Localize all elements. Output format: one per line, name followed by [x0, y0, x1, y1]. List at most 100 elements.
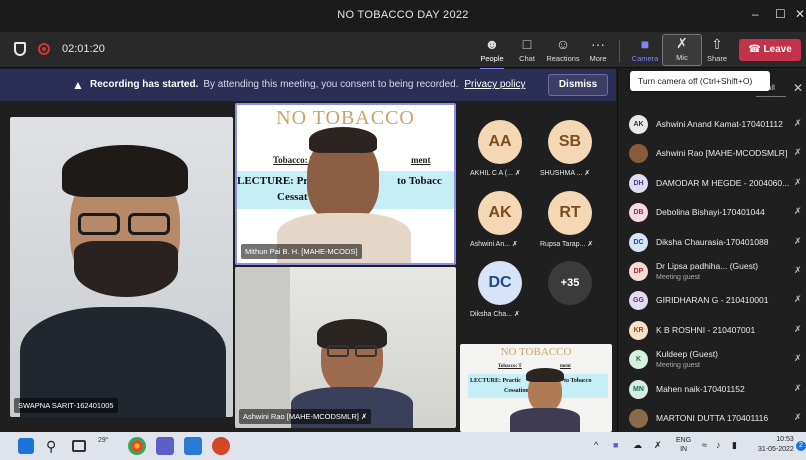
participant-row[interactable]: DC Diksha Chaurasia-170401088 ✗ [617, 228, 806, 257]
video-tile-ashwini-rao[interactable]: Ashwini Rao [MAHE-MCODSMLR] ✗ [235, 267, 456, 428]
shield-icon [14, 42, 26, 56]
camera-icon: ■ [640, 36, 650, 52]
chat-icon: □ [522, 36, 532, 52]
dismiss-button[interactable]: Dismiss [548, 74, 608, 96]
participant-avatar[interactable]: RT [548, 191, 592, 235]
mic-off-icon: ✗ [794, 176, 802, 187]
language-indicator[interactable]: ENG IN [676, 436, 691, 454]
volume-icon[interactable]: ♪ [716, 440, 721, 450]
participant-label: Diksha Cha... ✗ [470, 310, 520, 318]
wifi-icon[interactable]: ≈ [702, 440, 707, 450]
chrome-icon[interactable] [128, 437, 146, 455]
windows-start-icon[interactable] [18, 438, 34, 454]
mic-off-icon: ✗ [794, 265, 802, 275]
video-tile-mithun[interactable]: NO TOBACCO DAY Tobacco: T ment LECTURE: … [235, 103, 456, 265]
avatar-initials: RT [559, 204, 581, 221]
close-window-button[interactable]: ✕ [795, 7, 805, 21]
language-code: ENG [676, 437, 692, 444]
search-icon[interactable]: ⚲ [46, 437, 64, 455]
participant-row[interactable]: K Kuldeep (Guest) Meeting guest ✗ [617, 345, 806, 374]
participant-row[interactable]: DP Dr Lipsa padhiha... (Guest) Meeting gue… [617, 257, 806, 286]
participant-name: Kuldeep (Guest) [656, 349, 718, 360]
teams-icon[interactable] [156, 437, 174, 455]
clock-time: 10:53 [776, 436, 794, 443]
participant-row[interactable]: MN Mahen naik-170401152 ✗ [617, 375, 806, 404]
participant-row[interactable]: DH DAMODAR M HEGDE - 2004060... ✗ [617, 169, 806, 198]
chevron-up-icon[interactable]: ^ [594, 440, 598, 450]
mic-off-icon: ✗ [587, 241, 594, 248]
leave-button[interactable]: ☎ Leave [739, 39, 801, 61]
banner-bold-text: Recording has started. [90, 79, 199, 90]
slide-subtitle-2: ment [560, 364, 571, 369]
mic-off-icon[interactable]: ✗ [654, 440, 662, 451]
mic-off-icon: ✗ [512, 241, 518, 248]
privacy-policy-link[interactable]: Privacy policy [464, 79, 525, 90]
mic-off-icon: ✗ [360, 412, 368, 421]
participant-avatar[interactable]: AK [478, 191, 522, 235]
participant-name: Diksha Chaurasia-170401088 [656, 236, 769, 247]
participant-avatar[interactable]: SB [548, 120, 592, 164]
video-tile-swapna[interactable]: SWAPNA SARIT-162401005 [10, 117, 233, 417]
participant-name: Ashwini An... [470, 241, 511, 248]
participant-name-tag: Ashwini Rao [MAHE-MCODSMLR] ✗ [239, 409, 372, 424]
video-stage: SWAPNA SARIT-162401005 NO TOBACCO DAY To… [0, 101, 616, 432]
participant-row[interactable]: GG GIRIDHARAN G - 210410001 ✗ [617, 286, 806, 315]
chat-button[interactable]: □ Chat [507, 36, 547, 66]
battery-icon[interactable]: ▮ [732, 440, 737, 451]
video-tile-shared-slide[interactable]: NO TOBACCO Tobacco: T ment LECTURE: Prac… [460, 344, 612, 432]
participant-name-tag: Mithun Pai B. H. [MAHE-MCODS] [241, 244, 362, 259]
participant-row[interactable]: KR K B ROSHNI - 210407001 ✗ [617, 316, 806, 345]
participant-avatar: DH [629, 173, 648, 193]
weather-icon[interactable]: 29° [98, 437, 116, 455]
minimize-button[interactable]: – [752, 7, 759, 21]
participant-avatar[interactable]: DC [478, 261, 522, 305]
person-beard [74, 241, 178, 297]
avatar-initials: DC [488, 274, 512, 291]
mic-off-icon: ✗ [676, 35, 688, 51]
participant-row[interactable]: MARTONI DUTTA 170401116 ✗ [617, 404, 806, 433]
clock[interactable]: 10:53 31-05-2022 [758, 435, 794, 455]
participant-avatar: MN [629, 379, 648, 399]
more-participants-button[interactable]: +35 [548, 261, 592, 305]
reactions-button[interactable]: ☺ Reactions [543, 36, 583, 66]
person-hair [526, 368, 564, 382]
recording-icon [38, 43, 50, 55]
slide-cessation: Cessat [277, 191, 308, 203]
close-panel-button[interactable]: ✕ [793, 81, 803, 95]
participant-label: Rupsa Tarap... ✗ [540, 240, 593, 248]
participant-name: AKHIL C A (... [470, 170, 513, 177]
participant-row[interactable]: AK Ashwini Anand Kamat-170401112 ✗ [617, 110, 806, 139]
participant-label: Ashwini An... ✗ [470, 240, 518, 248]
mic-button[interactable]: ✗ Mic [662, 34, 702, 66]
participant-name: GIRIDHARAN G - 210410001 [656, 295, 769, 306]
participant-avatar: K [629, 350, 648, 370]
person-hair [309, 127, 377, 153]
wall-panel [235, 267, 290, 428]
more-label: More [589, 54, 607, 63]
person-hair [62, 145, 188, 197]
mic-off-icon: ✗ [794, 147, 802, 158]
meeting-timer: 02:01:20 [62, 43, 105, 55]
photos-icon[interactable] [184, 437, 202, 455]
people-button[interactable]: ☻ People [472, 36, 512, 70]
maximize-button[interactable]: ☐ [775, 7, 786, 21]
notification-badge[interactable]: 2 [796, 441, 806, 451]
participant-avatar[interactable]: AA [478, 120, 522, 164]
participant-name: Debolina Bishayi-170401044 [656, 207, 765, 218]
teams-tray-icon[interactable]: ■ [613, 440, 618, 450]
cloud-icon[interactable]: ☁ [633, 440, 642, 451]
share-button[interactable]: ⇧ Share [697, 36, 737, 66]
participant-avatar [629, 409, 648, 428]
slide-subtitle: Tobacco: T [498, 364, 522, 369]
powerpoint-icon[interactable] [212, 437, 230, 455]
slide-cessation: Cessation [504, 388, 529, 394]
task-view-icon[interactable] [72, 440, 86, 452]
participant-row[interactable]: Ashwini Rao [MAHE-MCODSMLR] ✗ [617, 139, 806, 168]
participant-avatar: GG [629, 291, 648, 311]
participant-role: Meeting guest [656, 362, 700, 370]
more-button[interactable]: ··· More [578, 36, 618, 66]
banner-text: Recording has started. By attending this … [90, 79, 525, 90]
camera-button[interactable]: ■ Camera [625, 36, 665, 66]
slide-lecture: LECTURE: Practic [470, 378, 521, 384]
participant-row[interactable]: DB Debolina Bishayi-170401044 ✗ [617, 198, 806, 227]
